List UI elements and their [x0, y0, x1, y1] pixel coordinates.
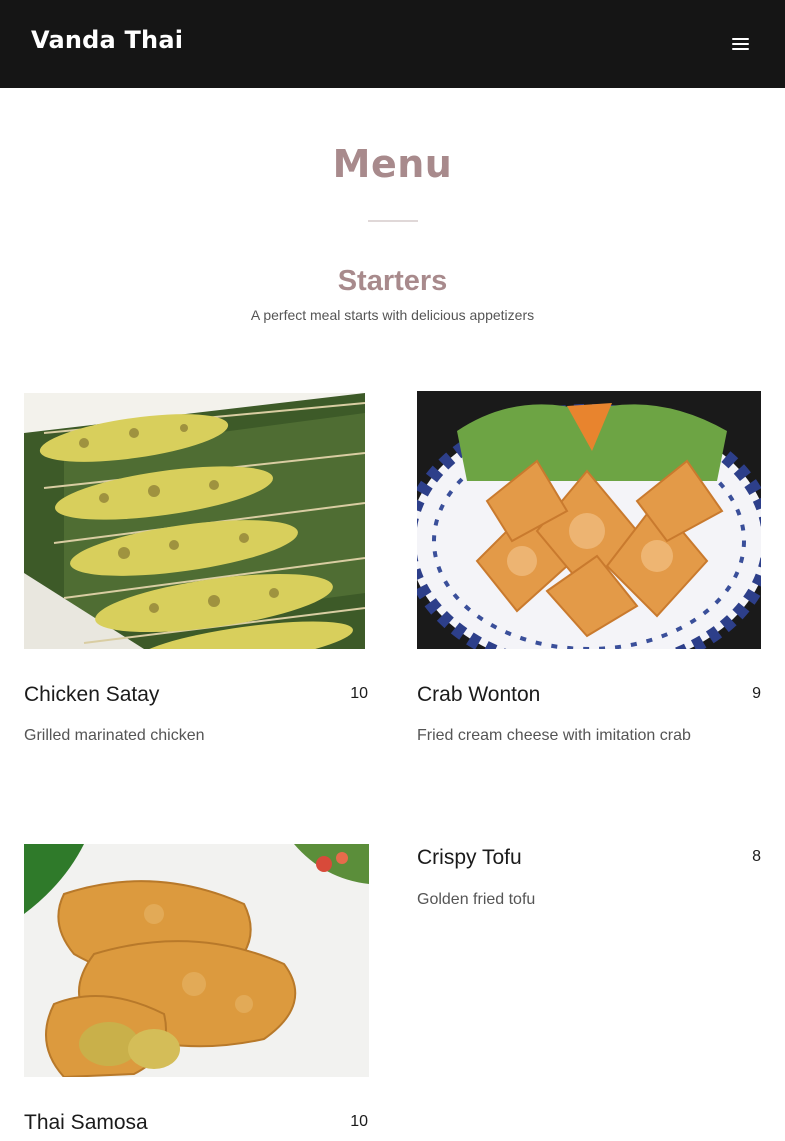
item-name: Chicken Satay [24, 683, 160, 706]
thai-samosa-photo [24, 844, 369, 1077]
item-description: Golden fried tofu [417, 891, 536, 908]
section-subtitle: A perfect meal starts with delicious app… [250, 307, 535, 323]
item-price: 10 [350, 1113, 368, 1130]
item-price: 8 [752, 848, 761, 865]
item-description: Fried cream cheese with imitation crab [417, 727, 691, 744]
page-title: Menu [332, 142, 453, 186]
item-name: Thai Samosa [24, 1111, 148, 1134]
section-title: Starters [337, 265, 448, 297]
site-header: Vanda Thai [0, 0, 785, 88]
item-description: Grilled marinated chicken [24, 727, 205, 744]
site-logo[interactable]: Vanda Thai [31, 26, 183, 54]
item-name: Crab Wonton [417, 683, 541, 706]
item-price: 9 [752, 685, 761, 702]
item-price: 10 [350, 685, 368, 702]
chicken-satay-photo [24, 393, 365, 649]
title-divider [368, 220, 418, 222]
crab-wonton-photo [417, 391, 761, 649]
hamburger-menu-icon[interactable] [731, 36, 751, 52]
item-name: Crispy Tofu [417, 846, 522, 869]
